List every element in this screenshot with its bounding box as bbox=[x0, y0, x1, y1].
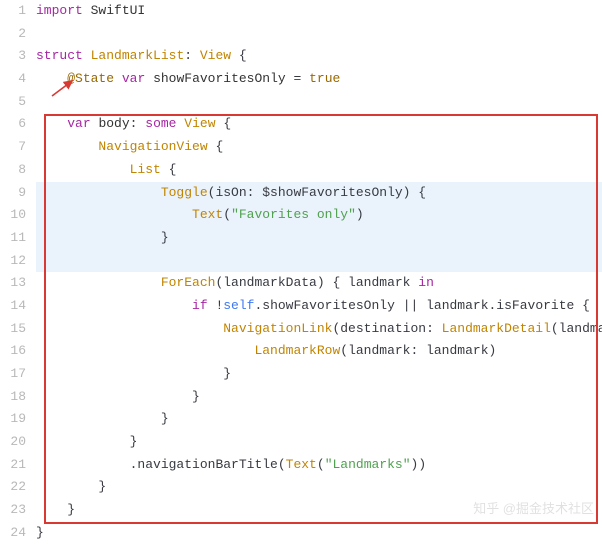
code-line: struct LandmarkList: View { bbox=[36, 45, 602, 68]
code-editor: 123456789101112131415161718192021222324 … bbox=[0, 0, 602, 547]
line-number: 7 bbox=[0, 136, 26, 159]
line-number: 11 bbox=[0, 227, 26, 250]
line-number: 22 bbox=[0, 476, 26, 499]
line-number: 14 bbox=[0, 295, 26, 318]
line-number: 8 bbox=[0, 159, 26, 182]
line-number: 3 bbox=[0, 45, 26, 68]
line-number: 20 bbox=[0, 431, 26, 454]
code-line: ForEach(landmarkData) { landmark in bbox=[36, 272, 602, 295]
line-number: 2 bbox=[0, 23, 26, 46]
line-number: 13 bbox=[0, 272, 26, 295]
code-line: } bbox=[36, 431, 602, 454]
code-line: LandmarkRow(landmark: landmark) bbox=[36, 340, 602, 363]
code-line bbox=[36, 23, 602, 46]
code-area: import SwiftUI struct LandmarkList: View… bbox=[36, 0, 602, 547]
code-line: } bbox=[36, 408, 602, 431]
line-number: 23 bbox=[0, 499, 26, 522]
code-line: var body: some View { bbox=[36, 113, 602, 136]
code-line bbox=[36, 250, 602, 273]
line-number: 9 bbox=[0, 182, 26, 205]
code-line: } bbox=[36, 476, 602, 499]
code-line: } bbox=[36, 227, 602, 250]
line-number: 10 bbox=[0, 204, 26, 227]
line-number: 16 bbox=[0, 340, 26, 363]
line-number: 21 bbox=[0, 454, 26, 477]
code-line: } bbox=[36, 499, 602, 522]
line-number-gutter: 123456789101112131415161718192021222324 bbox=[0, 0, 36, 547]
line-number: 4 bbox=[0, 68, 26, 91]
line-number: 6 bbox=[0, 113, 26, 136]
code-line: Toggle(isOn: $showFavoritesOnly) { bbox=[36, 182, 602, 205]
code-line: } bbox=[36, 363, 602, 386]
line-number: 18 bbox=[0, 386, 26, 409]
line-number: 17 bbox=[0, 363, 26, 386]
line-number: 24 bbox=[0, 522, 26, 545]
code-line bbox=[36, 91, 602, 114]
code-line: .navigationBarTitle(Text("Landmarks")) bbox=[36, 454, 602, 477]
code-line: } bbox=[36, 386, 602, 409]
code-line: @State var showFavoritesOnly = true bbox=[36, 68, 602, 91]
line-number: 19 bbox=[0, 408, 26, 431]
code-line: import SwiftUI bbox=[36, 0, 602, 23]
code-line: NavigationView { bbox=[36, 136, 602, 159]
line-number: 12 bbox=[0, 250, 26, 273]
code-line: } bbox=[36, 522, 602, 545]
line-number: 15 bbox=[0, 318, 26, 341]
code-line: NavigationLink(destination: LandmarkDeta… bbox=[36, 318, 602, 341]
code-line: Text("Favorites only") bbox=[36, 204, 602, 227]
code-line: List { bbox=[36, 159, 602, 182]
code-line: if !self.showFavoritesOnly || landmark.i… bbox=[36, 295, 602, 318]
line-number: 5 bbox=[0, 91, 26, 114]
line-number: 1 bbox=[0, 0, 26, 23]
